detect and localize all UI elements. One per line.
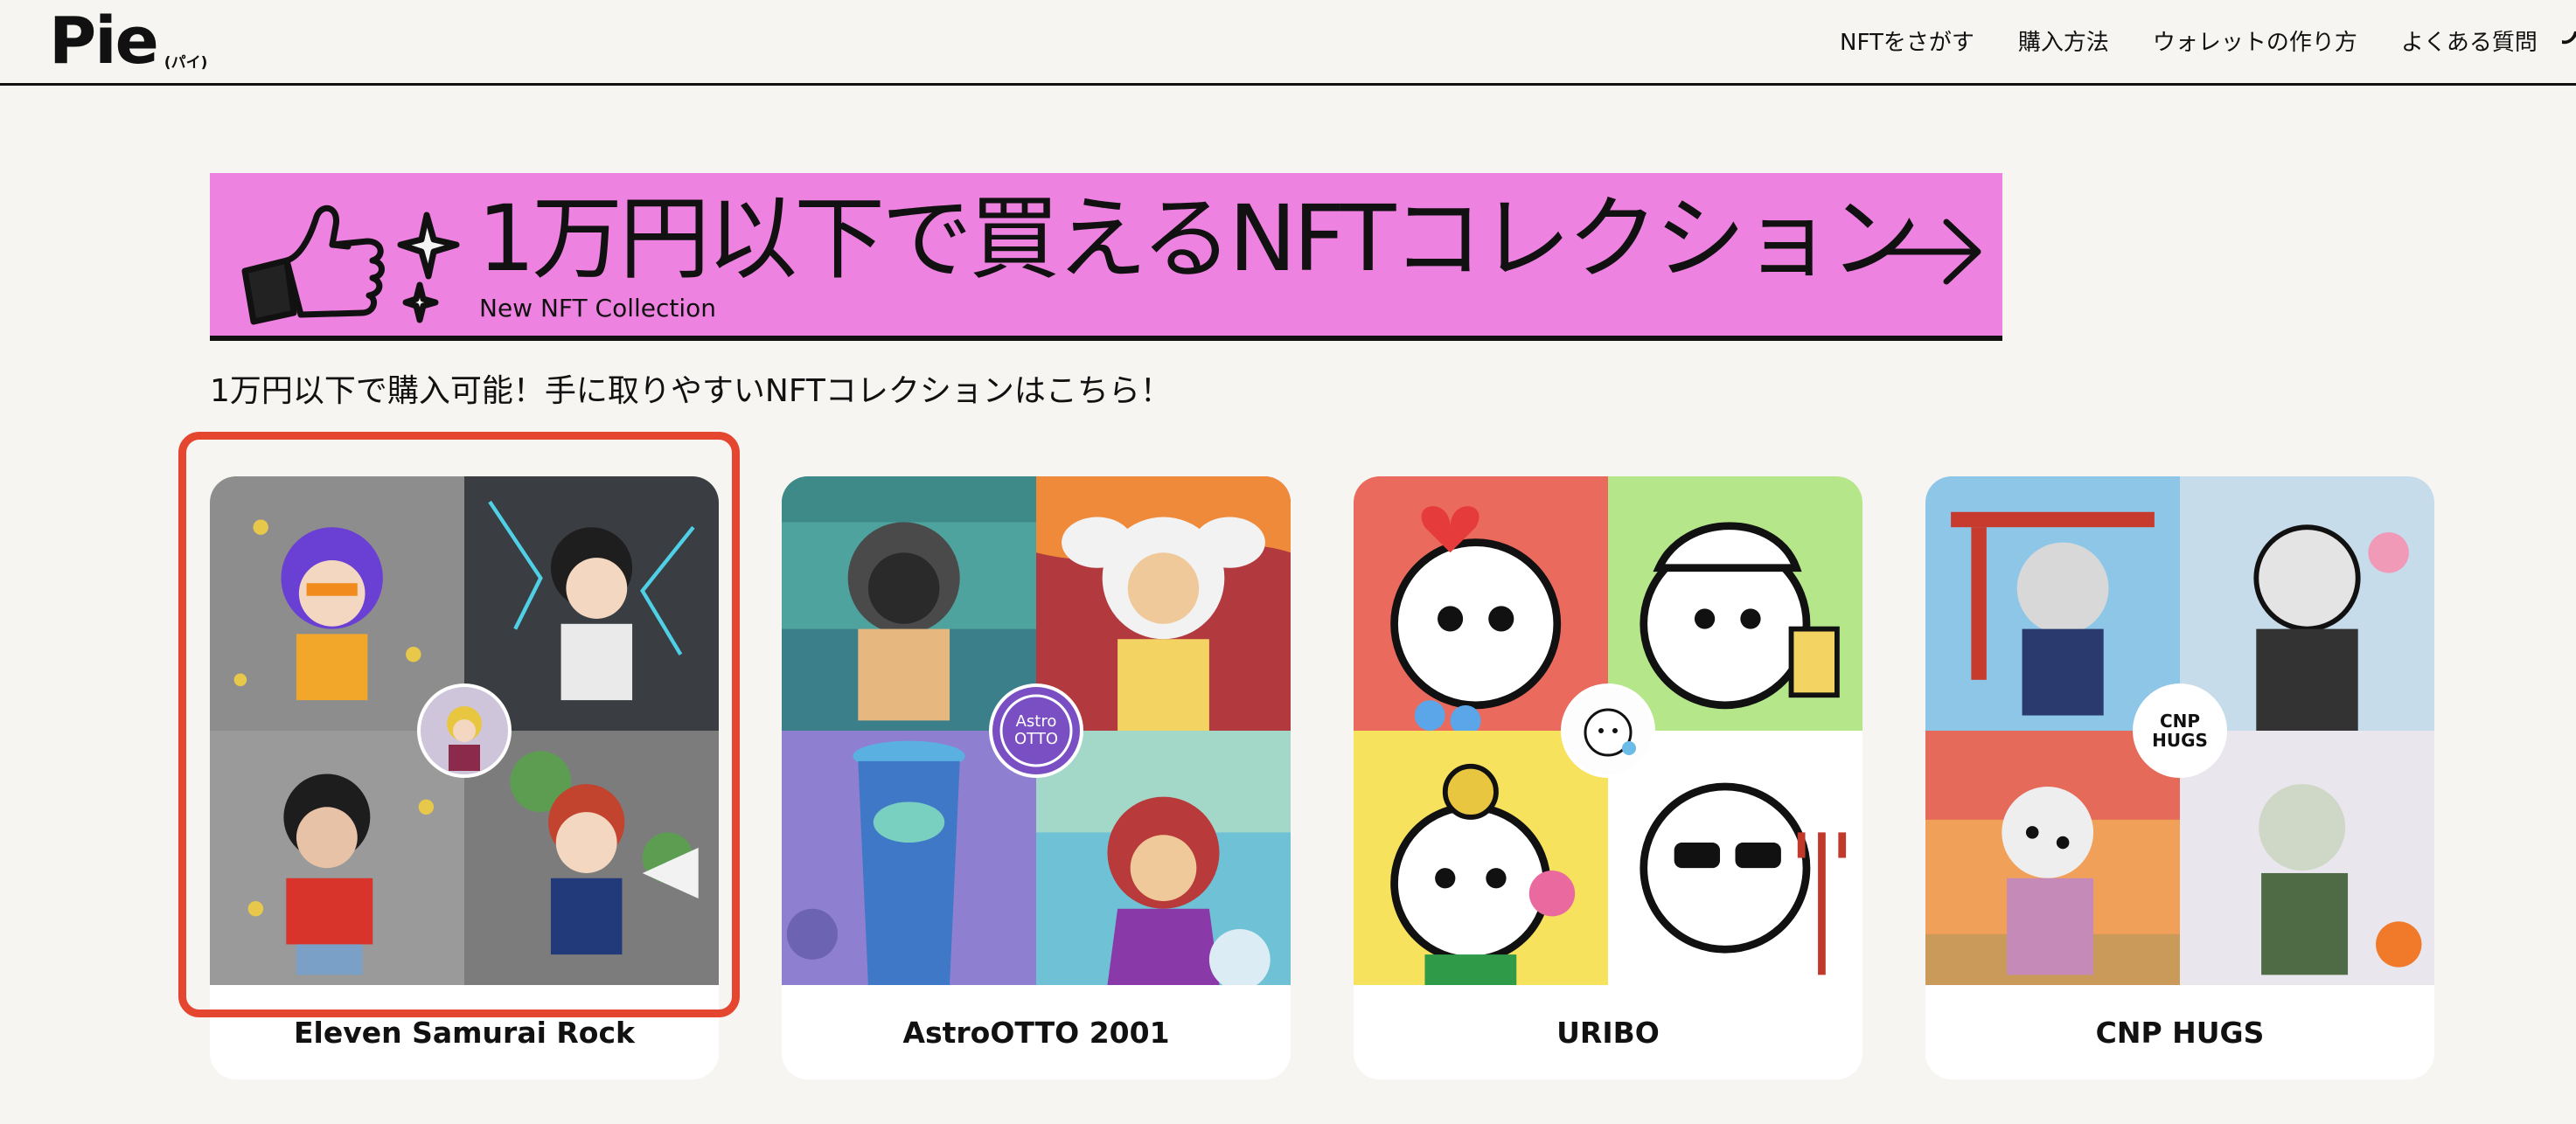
artwork-thumbnail (2180, 731, 2434, 985)
collection-name: Eleven Samurai Rock (294, 1015, 635, 1050)
collection-badge: CNP HUGS (2133, 683, 2227, 778)
artwork-thumbnail (782, 731, 1036, 985)
banner-title: 1万円以下で買えるNFTコレクション (477, 185, 1920, 292)
badge-text: Astro OTTO (1013, 712, 1058, 748)
collection-badge (1561, 683, 1655, 778)
nav-find-nft[interactable]: NFTをさがす (1840, 24, 1974, 57)
collection-artwork: Astro OTTO (782, 476, 1291, 985)
collection-badge: Astro OTTO (989, 683, 1083, 778)
nav-create-wallet[interactable]: ウォレットの作り方 (2153, 24, 2357, 57)
artwork-thumbnail (2180, 476, 2434, 731)
artwork-thumbnail (464, 731, 719, 985)
nav-how-to-buy[interactable]: 購入方法 (2018, 24, 2109, 57)
artwork-thumbnail (1036, 476, 1291, 731)
site-logo[interactable]: Pie (パイ) (49, 3, 207, 79)
site-header: Pie (パイ) NFTをさがす 購入方法 ウォレットの作り方 よくある質問 (0, 0, 2576, 86)
nav-faq[interactable]: よくある質問 (2401, 24, 2538, 57)
artwork-thumbnail (210, 476, 464, 731)
promo-banner[interactable]: 1万円以下で買えるNFTコレクション New NFT Collection (210, 173, 2002, 341)
collection-artwork: CNP HUGS (1925, 476, 2434, 985)
artwork-thumbnail (782, 476, 1036, 731)
artwork-thumbnail (1608, 731, 1862, 985)
arrow-right-icon (1880, 219, 1981, 285)
artwork-thumbnail (464, 476, 719, 731)
badge-text: CNP HUGS (2152, 711, 2208, 751)
artwork-thumbnail (1608, 476, 1862, 731)
artwork-thumbnail (1925, 476, 2180, 731)
section-lead-text: 1万円以下で購入可能！手に取りやすいNFTコレクションはこちら！ (210, 373, 1172, 409)
collection-card[interactable]: Astro OTTO AstroOTTO 2001 (782, 476, 1291, 1079)
logo-text: Pie (49, 3, 159, 79)
collection-card[interactable]: URIBO (1354, 476, 1862, 1079)
collection-artwork (210, 476, 719, 985)
banner-subtitle: New NFT Collection (479, 294, 717, 323)
artwork-thumbnail (1925, 731, 2180, 985)
collection-badge (417, 683, 512, 778)
collection-name: AstroOTTO 2001 (902, 1015, 1170, 1050)
artwork-thumbnail (1036, 731, 1291, 985)
collection-card[interactable]: CNP HUGS CNP HUGS (1925, 476, 2434, 1079)
collection-name: CNP HUGS (2095, 1015, 2265, 1050)
main-nav: NFTをさがす 購入方法 ウォレットの作り方 よくある質問 (1840, 24, 2538, 57)
collection-name: URIBO (1556, 1015, 1660, 1050)
artwork-thumbnail (210, 731, 464, 985)
collection-card[interactable]: Eleven Samurai Rock (210, 476, 719, 1079)
collection-artwork (1354, 476, 1862, 985)
logo-reading: (パイ) (164, 54, 208, 72)
thumbs-up-icon (241, 205, 460, 325)
artwork-thumbnail (1354, 731, 1608, 985)
artwork-thumbnail (1354, 476, 1608, 731)
twitter-icon[interactable] (2560, 26, 2576, 51)
